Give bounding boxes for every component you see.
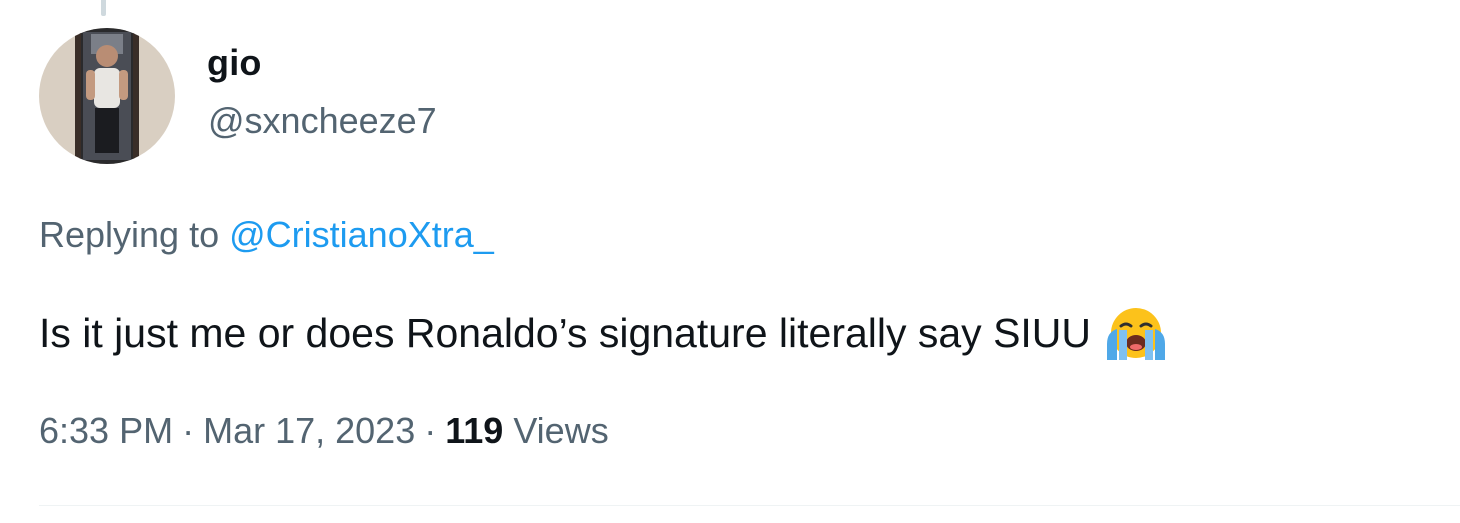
divider — [39, 505, 1460, 506]
replying-to-label: Replying to — [39, 214, 220, 255]
tweet-time[interactable]: 6:33 PM — [39, 410, 173, 451]
author-display-name[interactable]: gio — [207, 42, 262, 84]
views-count: 119 — [445, 410, 504, 451]
loudly-crying-face-icon — [1105, 304, 1167, 362]
author-handle[interactable]: @sxncheeze7 — [208, 100, 437, 142]
views-label: Views — [513, 410, 609, 451]
avatar-image — [39, 28, 175, 164]
avatar[interactable] — [39, 28, 175, 164]
tweet-body: Is it just me or does Ronaldo’s signatur… — [39, 309, 1092, 356]
replying-to: Replying to @CristianoXtra_ — [39, 214, 494, 256]
reply-mention-link[interactable]: @CristianoXtra_ — [229, 214, 494, 255]
meta-separator: · — [182, 410, 195, 451]
tweet-meta: 6:33 PM · Mar 17, 2023 · 119 Views — [39, 410, 609, 452]
tweet-text: Is it just me or does Ronaldo’s signatur… — [39, 304, 1167, 362]
tweet-date[interactable]: Mar 17, 2023 — [203, 410, 415, 451]
meta-separator: · — [424, 410, 437, 451]
thread-connector-line — [101, 0, 106, 16]
